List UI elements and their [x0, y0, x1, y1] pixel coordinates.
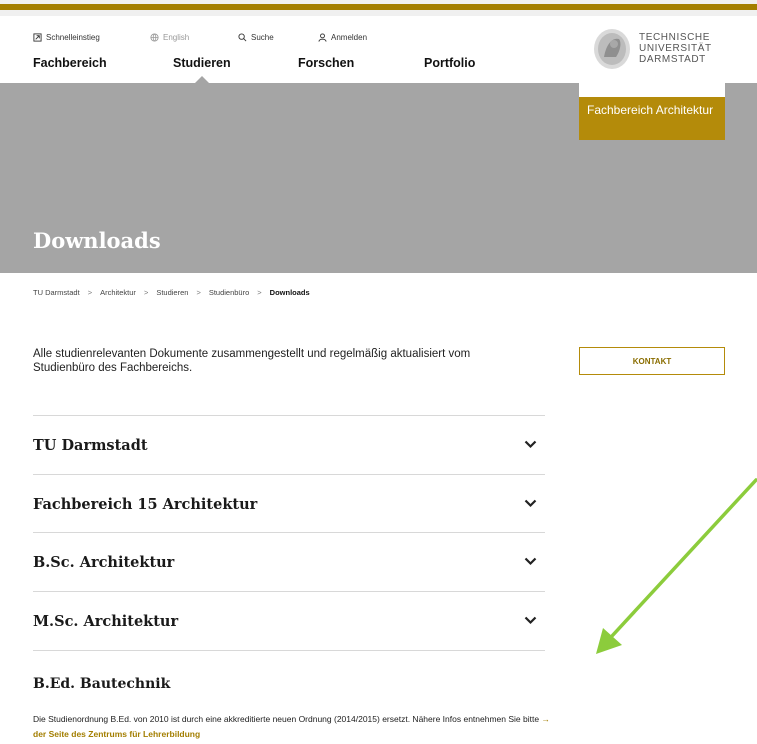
bed-description: Die Studienordnung B.Ed. von 2010 ist du…	[33, 714, 540, 724]
accordion-divider	[33, 650, 545, 651]
department-label[interactable]: Fachbereich Architektur	[579, 97, 725, 140]
contact-button[interactable]: KONTAKT	[579, 347, 725, 375]
breadcrumb-separator: >	[257, 288, 262, 297]
bed-section-text: Die Studienordnung B.Ed. von 2010 ist du…	[33, 712, 553, 742]
chevron-down-icon	[524, 440, 537, 449]
accordion-item-fachbereich-15[interactable]: Fachbereich 15 Architektur	[33, 475, 545, 533]
bed-section-title: B.Ed. Bautechnik	[33, 676, 171, 692]
breadcrumb-item-studienbuero[interactable]: Studienbüro	[209, 288, 249, 297]
nav-item-forschen[interactable]: Forschen	[298, 56, 354, 70]
breadcrumb-separator: >	[143, 288, 149, 297]
nav-item-fachbereich[interactable]: Fachbereich	[33, 56, 107, 70]
accordion-item-msc[interactable]: M.Sc. Architektur	[33, 592, 545, 650]
breadcrumb: TU Darmstadt > Architektur > Studieren >…	[33, 288, 310, 297]
breadcrumb-separator: >	[87, 288, 93, 297]
logo-line-3: DARMSTADT	[639, 54, 706, 65]
accordion-title: Fachbereich 15 Architektur	[33, 496, 258, 513]
university-name: TECHNISCHE UNIVERSITÄT DARMSTADT	[639, 32, 712, 65]
accordion-title: TU Darmstadt	[33, 437, 148, 454]
active-nav-indicator	[195, 76, 209, 83]
page-title: Downloads	[33, 228, 161, 253]
user-icon	[318, 33, 327, 42]
english-label: English	[163, 33, 190, 42]
breadcrumb-item-tu[interactable]: TU Darmstadt	[33, 288, 80, 297]
breadcrumb-item-architektur[interactable]: Architektur	[100, 288, 136, 297]
accordion-title: B.Sc. Architektur	[33, 554, 175, 571]
search-label: Suche	[251, 33, 274, 42]
accordion-title: M.Sc. Architektur	[33, 613, 179, 630]
breadcrumb-item-studieren[interactable]: Studieren	[156, 288, 188, 297]
nav-item-portfolio[interactable]: Portfolio	[424, 56, 475, 70]
globe-icon	[150, 33, 159, 42]
login-link[interactable]: Anmelden	[318, 33, 367, 42]
breadcrumb-separator: >	[196, 288, 201, 297]
gold-stripe	[0, 4, 757, 10]
quicklinks-label: Schnelleinstieg	[46, 33, 100, 42]
search-link[interactable]: Suche	[238, 33, 274, 42]
accordion-item-bsc[interactable]: B.Sc. Architektur	[33, 533, 545, 591]
accordion-item-tu-darmstadt[interactable]: TU Darmstadt	[33, 416, 545, 474]
chevron-down-icon	[524, 616, 537, 625]
quicklinks-link[interactable]: Schnelleinstieg	[33, 33, 100, 42]
top-accent-bar	[0, 0, 757, 16]
chevron-down-icon	[524, 557, 537, 566]
logo-line-1: TECHNISCHE	[639, 32, 711, 43]
login-label: Anmelden	[331, 33, 368, 42]
english-link[interactable]: English	[150, 33, 189, 42]
nav-item-studieren[interactable]: Studieren	[173, 56, 231, 70]
breadcrumb-item-current: Downloads	[269, 288, 310, 297]
intro-text: Alle studienrelevanten Dokumente zusamme…	[33, 348, 471, 374]
quicklinks-icon	[33, 33, 42, 42]
search-icon	[238, 33, 247, 42]
university-seal-icon	[594, 29, 630, 69]
logo-line-2: UNIVERSITÄT	[639, 43, 712, 54]
chevron-down-icon	[524, 499, 537, 508]
